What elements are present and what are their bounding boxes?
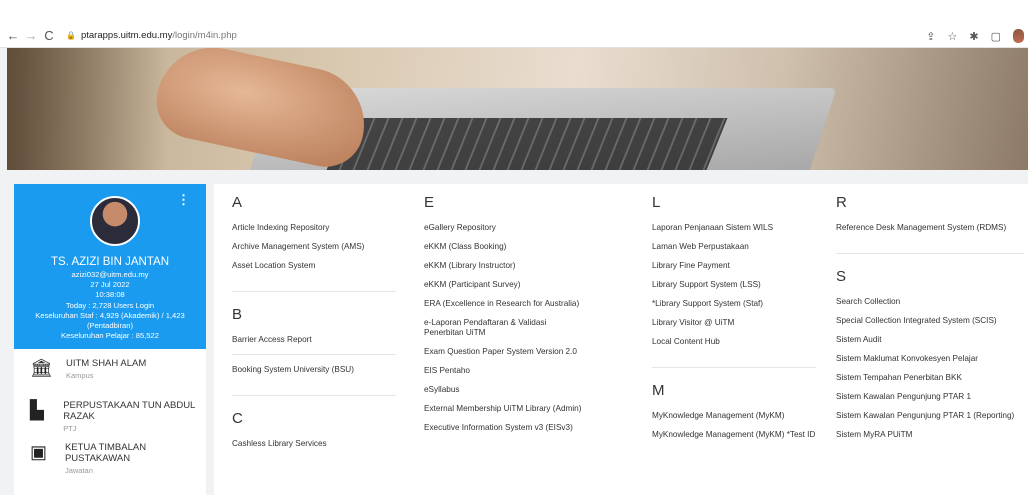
system-link[interactable]: Special Collection Integrated System (SC… (836, 316, 1024, 326)
system-link[interactable]: Reference Desk Management System (RDMS) (836, 223, 1024, 233)
system-link[interactable]: Asset Location System (232, 261, 396, 271)
share-icon[interactable]: ⇪ (926, 30, 935, 43)
hero-banner-image (7, 48, 1028, 170)
system-link[interactable]: Archive Management System (AMS) (232, 242, 396, 252)
forward-icon[interactable]: → (22, 28, 40, 43)
profile-email: azizi032@uitm.edu.my (71, 270, 149, 279)
section-letter-r: R (836, 194, 847, 211)
section-letter-l: L (652, 194, 661, 211)
section-letter-b: B (232, 306, 243, 323)
system-link[interactable]: eSyllabus (424, 385, 584, 395)
system-link[interactable]: Local Content Hub (652, 337, 816, 347)
system-link[interactable]: Search Collection (836, 297, 1024, 307)
system-link[interactable]: Library Fine Payment (652, 261, 816, 271)
office-desk-icon: ▙ (30, 400, 44, 420)
system-link[interactable]: Sistem Maklumat Konvokesyen Pelajar (836, 354, 1024, 364)
system-link[interactable]: Sistem Kawalan Pengunjung PTAR 1 (Report… (836, 411, 1024, 421)
more-options-icon[interactable]: ⋮ (177, 192, 190, 208)
section-letter-s: S (836, 268, 847, 285)
system-link[interactable]: Barrier Access Report (232, 335, 396, 345)
system-link[interactable]: Laman Web Perpustakaan (652, 242, 816, 252)
section-letter-a: A (232, 194, 243, 211)
url-path: /login/m4in.php (172, 30, 237, 41)
profile-card: ⋮ TS. AZIZI BIN JANTAN azizi032@uitm.edu… (14, 184, 206, 495)
student-total: Keseluruhan Pelajar : 85,522 (61, 331, 159, 341)
star-icon[interactable]: ☆ (948, 30, 958, 43)
system-link[interactable]: Sistem Kawalan Pengunjung PTAR 1 (836, 392, 1024, 402)
profile-position: ▣ KETUA TIMBALAN PUSTAKAWAN Jawatan (30, 442, 147, 475)
profile-ptj: ▙ PERPUSTAKAAN TUN ABDUL RAZAK PTJ (30, 400, 195, 433)
column-2: E eGallery Repository eKKM (Class Bookin… (424, 194, 584, 442)
browser-address-bar: ← → C 🔒 ptarapps.uitm.edu.my /login/m4in… (0, 24, 1028, 48)
column-4: R Reference Desk Management System (RDMS… (836, 194, 1024, 449)
profile-time: 10:38:08 (95, 290, 125, 300)
staff-total: Keseluruhan Staf : 4,929 (Akademik) / 1,… (35, 310, 185, 320)
system-link[interactable]: *Library Support System (Staf) (652, 299, 816, 309)
system-link[interactable]: External Membership UiTM Library (Admin) (424, 404, 584, 414)
column-3: L Laporan Penjanaan Sistem WILS Laman We… (652, 194, 816, 449)
today-logins: Today : 2,728 Users Login (65, 300, 155, 310)
system-link[interactable]: eKKM (Library Instructor) (424, 261, 584, 271)
system-link[interactable]: ERA (Excellence in Research for Australi… (424, 299, 584, 309)
section-letter-c: C (232, 410, 243, 427)
system-link[interactable]: Cashless Library Services (232, 439, 396, 449)
staff-total-admin: (Pentadbiran) (86, 321, 133, 331)
institution-icon: 🏛 (30, 358, 53, 378)
system-link[interactable]: Library Visitor @ UiTM (652, 318, 816, 328)
extensions-icon[interactable]: ✱ (969, 30, 978, 43)
section-letter-m: M (652, 382, 665, 399)
systems-directory: A Article Indexing Repository Archive Ma… (214, 184, 1028, 495)
profile-campus: 🏛 UITM SHAH ALAM Kampus (14, 349, 206, 391)
profile-photo (90, 196, 140, 246)
system-link[interactable]: Sistem Tempahan Penerbitan BKK (836, 373, 1024, 383)
system-link[interactable]: EIS Pentaho (424, 366, 584, 376)
window-icon[interactable]: ▢ (991, 30, 1001, 43)
lock-icon: 🔒 (66, 31, 76, 40)
back-icon[interactable]: ← (4, 28, 22, 43)
browser-profile-icon[interactable] (1013, 29, 1024, 43)
reload-icon[interactable]: C (40, 28, 58, 43)
system-link[interactable]: eKKM (Participant Survey) (424, 280, 584, 290)
system-link[interactable]: MyKnowledge Management (MyKM) *Test ID (652, 430, 816, 440)
browser-top-strip (0, 0, 1028, 24)
url-host: ptarapps.uitm.edu.my (80, 30, 173, 41)
system-link[interactable]: eKKM (Class Booking) (424, 242, 584, 252)
system-link[interactable]: Executive Information System v3 (EISv3) (424, 423, 584, 433)
system-link[interactable]: e-Laporan Pendaftaran & Validasi Penerbi… (424, 318, 584, 338)
system-link[interactable]: Article Indexing Repository (232, 223, 396, 233)
system-link[interactable]: Booking System University (BSU) (232, 365, 396, 375)
profile-name: TS. AZIZI BIN JANTAN (51, 256, 169, 268)
system-link[interactable]: Library Support System (LSS) (652, 280, 816, 290)
system-link[interactable]: Laporan Penjanaan Sistem WILS (652, 223, 816, 233)
section-letter-e: E (424, 194, 435, 211)
system-link[interactable]: Sistem MyRA PUiTM (836, 430, 1024, 440)
profile-date: 27 Jul 2022 (90, 280, 130, 290)
system-link[interactable]: eGallery Repository (424, 223, 584, 233)
system-link[interactable]: Sistem Audit (836, 335, 1024, 345)
profile-header: ⋮ TS. AZIZI BIN JANTAN azizi032@uitm.edu… (14, 184, 206, 349)
url-field[interactable]: 🔒 ptarapps.uitm.edu.my /login/m4in.php (66, 30, 237, 41)
id-card-icon: ▣ (30, 442, 48, 462)
column-1: A Article Indexing Repository Archive Ma… (232, 194, 396, 458)
system-link[interactable]: Exam Question Paper System Version 2.0 (424, 347, 584, 357)
system-link[interactable]: MyKnowledge Management (MyKM) (652, 411, 816, 421)
